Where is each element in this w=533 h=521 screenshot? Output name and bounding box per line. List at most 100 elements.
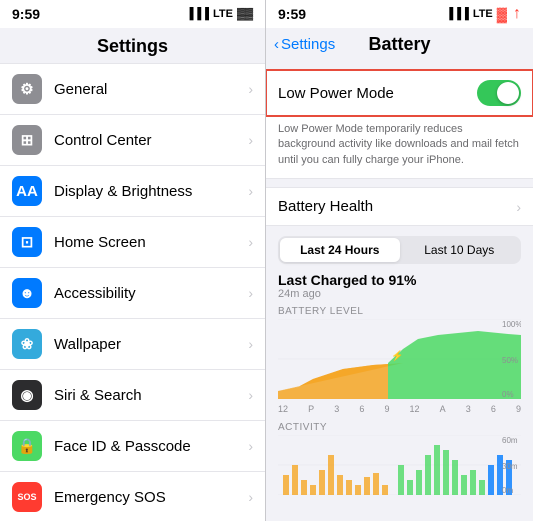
x-label: 3	[466, 404, 471, 414]
siri-search-chevron-icon: ›	[248, 387, 253, 403]
face-id-icon: 🔒	[12, 431, 42, 461]
svg-text:50%: 50%	[502, 356, 518, 365]
control-center-icon: ⊞	[12, 125, 42, 155]
activity-chart-wrapper: 60m 30m 0m	[278, 435, 521, 500]
tab-24h[interactable]: Last 24 Hours	[280, 238, 400, 262]
home-screen-chevron-icon: ›	[248, 234, 253, 250]
toggle-knob	[497, 82, 519, 104]
control-center-label: Control Center	[54, 132, 248, 149]
display-brightness-label: Display & Brightness	[54, 183, 248, 200]
emergency-sos-icon: SOS	[12, 482, 42, 512]
svg-text:⚡: ⚡	[391, 349, 403, 362]
signal-icon: ▐▐▐	[186, 8, 209, 20]
settings-item-face-id[interactable]: 🔒 Face ID & Passcode ›	[0, 421, 265, 472]
back-label: Settings	[281, 36, 335, 53]
x-label: 3	[334, 404, 339, 414]
general-icon: ⚙	[12, 74, 42, 104]
wallpaper-icon: ❀	[12, 329, 42, 359]
svg-text:0%: 0%	[502, 390, 514, 399]
x-label: 6	[359, 404, 364, 414]
x-label: A	[440, 404, 446, 414]
face-id-label: Face ID & Passcode	[54, 438, 248, 455]
x-label: 9	[384, 404, 389, 414]
right-status-icons: ▐▐▐ LTE ▓ ↑	[445, 5, 521, 23]
accessibility-label: Accessibility	[54, 285, 248, 302]
x-label: 12	[410, 404, 420, 414]
settings-item-emergency-sos[interactable]: SOS Emergency SOS ›	[0, 472, 265, 521]
siri-search-icon: ◉	[12, 380, 42, 410]
x-label: 12	[278, 404, 288, 414]
battery-nav: ‹ Settings Battery	[266, 28, 533, 61]
control-center-chevron-icon: ›	[248, 132, 253, 148]
battery-title: Battery	[368, 34, 430, 55]
settings-item-wallpaper[interactable]: ❀ Wallpaper ›	[0, 319, 265, 370]
settings-item-home-screen[interactable]: ⊡ Home Screen ›	[0, 217, 265, 268]
settings-left-panel: 9:59 ▐▐▐ LTE ▓▓ Settings ⚙ General › ⊞ C…	[0, 0, 266, 521]
emergency-sos-chevron-icon: ›	[248, 489, 253, 505]
accessibility-icon: ☻	[12, 278, 42, 308]
svg-text:100%: 100%	[502, 320, 521, 329]
battery-level-label: BATTERY LEVEL	[278, 306, 521, 317]
low-power-label: Low Power Mode	[278, 85, 477, 102]
tab-10d[interactable]: Last 10 Days	[400, 238, 520, 262]
settings-item-accessibility[interactable]: ☻ Accessibility ›	[0, 268, 265, 319]
right-time: 9:59	[278, 6, 306, 22]
settings-item-display-brightness[interactable]: AA Display & Brightness ›	[0, 166, 265, 217]
charge-title: Last Charged to 91%	[278, 272, 521, 288]
battery-content: Low Power Mode Low Power Mode temporaril…	[266, 61, 533, 521]
charge-subtitle: 24m ago	[278, 288, 521, 300]
low-power-description: Low Power Mode temporarily reduces backg…	[266, 116, 533, 178]
face-id-chevron-icon: ›	[248, 438, 253, 454]
general-chevron-icon: ›	[248, 81, 253, 97]
time-range-tabs: Last 24 Hours Last 10 Days	[278, 236, 521, 264]
battery-health-chevron-icon: ›	[516, 199, 521, 215]
wallpaper-label: Wallpaper	[54, 336, 248, 353]
low-power-section: Low Power Mode Low Power Mode temporaril…	[266, 69, 533, 179]
wallpaper-chevron-icon: ›	[248, 336, 253, 352]
settings-list: ⚙ General › ⊞ Control Center › AA Displa…	[0, 63, 265, 521]
battery-right-panel: 9:59 ▐▐▐ LTE ▓ ↑ ‹ Settings Battery Low …	[266, 0, 533, 521]
activity-label: ACTIVITY	[278, 422, 521, 433]
battery-level-chart: ⚡ 100% 50% 0%	[278, 319, 521, 399]
accessibility-chevron-icon: ›	[248, 285, 253, 301]
home-screen-label: Home Screen	[54, 234, 248, 251]
left-status-bar: 9:59 ▐▐▐ LTE ▓▓	[0, 0, 265, 28]
back-button[interactable]: ‹ Settings	[274, 36, 335, 53]
low-power-toggle[interactable]	[477, 80, 521, 106]
svg-text:0m: 0m	[502, 486, 513, 495]
x-label: 6	[491, 404, 496, 414]
right-status-bar: 9:59 ▐▐▐ LTE ▓ ↑	[266, 0, 533, 28]
emergency-sos-label: Emergency SOS	[54, 489, 248, 506]
right-signal-icon: ▐▐▐	[445, 8, 468, 20]
svg-text:60m: 60m	[502, 436, 518, 445]
svg-text:30m: 30m	[502, 462, 518, 471]
low-power-row: Low Power Mode	[266, 70, 533, 116]
left-status-icons: ▐▐▐ LTE ▓▓	[186, 8, 253, 20]
battery-chart-wrapper: ⚡ 100% 50% 0%	[278, 319, 521, 404]
display-brightness-icon: AA	[12, 176, 42, 206]
activity-chart: 60m 30m 0m	[278, 435, 521, 495]
battery-arrow-icon: ↑	[513, 5, 521, 23]
display-brightness-chevron-icon: ›	[248, 183, 253, 199]
x-label: P	[308, 404, 314, 414]
battery-chart-section: BATTERY LEVEL ⚡ 100% 5	[266, 304, 533, 416]
right-lte-label: LTE	[473, 8, 493, 20]
battery-health-label: Battery Health	[278, 198, 516, 215]
general-label: General	[54, 81, 248, 98]
home-screen-icon: ⊡	[12, 227, 42, 257]
left-time: 9:59	[12, 6, 40, 22]
siri-search-label: Siri & Search	[54, 387, 248, 404]
battery-health-row[interactable]: Battery Health ›	[266, 187, 533, 226]
settings-item-control-center[interactable]: ⊞ Control Center ›	[0, 115, 265, 166]
settings-item-general[interactable]: ⚙ General ›	[0, 63, 265, 115]
x-label: 9	[516, 404, 521, 414]
x-axis-labels: 12 P 3 6 9 12 A 3 6 9	[278, 404, 521, 414]
settings-title: Settings	[0, 28, 265, 63]
charge-info: Last Charged to 91% 24m ago	[266, 270, 533, 304]
lte-label: LTE	[213, 8, 233, 20]
activity-chart-section: ACTIVITY	[266, 420, 533, 502]
right-battery-icon: ▓	[497, 6, 507, 22]
battery-icon: ▓▓	[237, 8, 253, 20]
settings-item-siri-search[interactable]: ◉ Siri & Search ›	[0, 370, 265, 421]
chevron-left-icon: ‹	[274, 36, 279, 53]
